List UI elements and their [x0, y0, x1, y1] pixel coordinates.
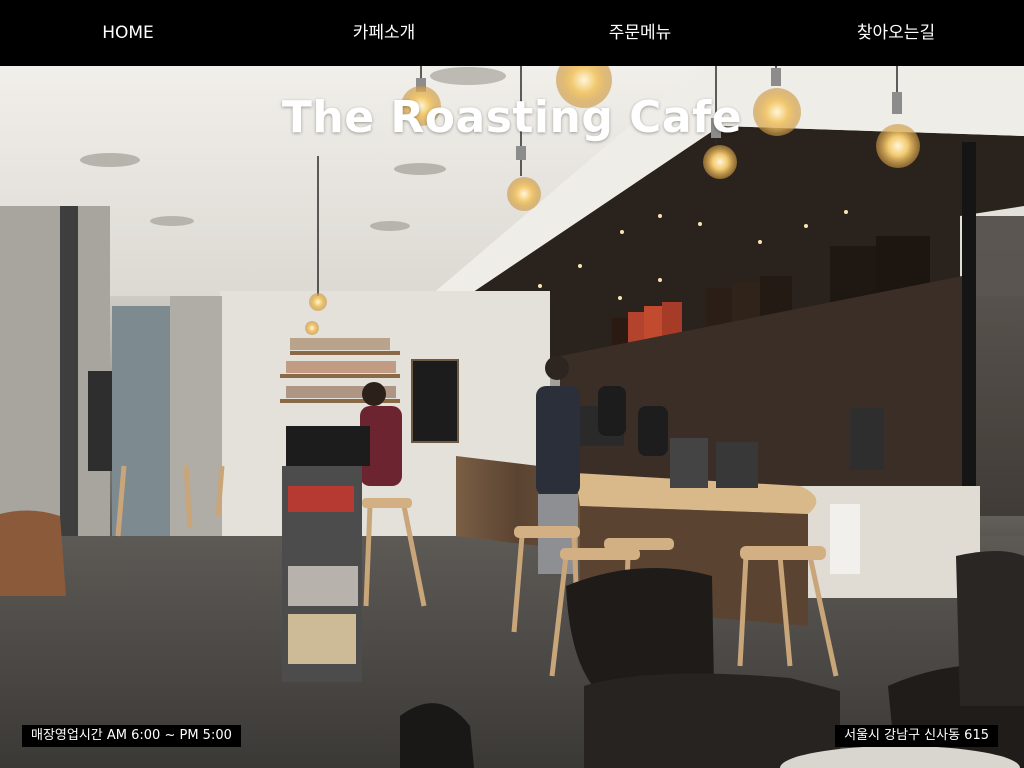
address-label: 서울시 강남구 신사동 615	[835, 725, 998, 747]
nav-order-menu[interactable]: 주문메뉴	[512, 0, 768, 66]
business-hours-label: 매장영업시간 AM 6:00 ~ PM 5:00	[22, 725, 241, 747]
hero-banner: The Roasting Cafe 매장영업시간 AM 6:00 ~ PM 5:…	[0, 66, 1024, 768]
nav-directions[interactable]: 찾아오는길	[768, 0, 1024, 66]
cafe-interior-photo	[0, 66, 1024, 768]
top-navigation: HOME 카페소개 주문메뉴 찾아오는길	[0, 0, 1024, 66]
nav-home[interactable]: HOME	[0, 0, 256, 66]
hero-title: The Roasting Cafe	[281, 92, 743, 143]
nav-cafe-intro[interactable]: 카페소개	[256, 0, 512, 66]
